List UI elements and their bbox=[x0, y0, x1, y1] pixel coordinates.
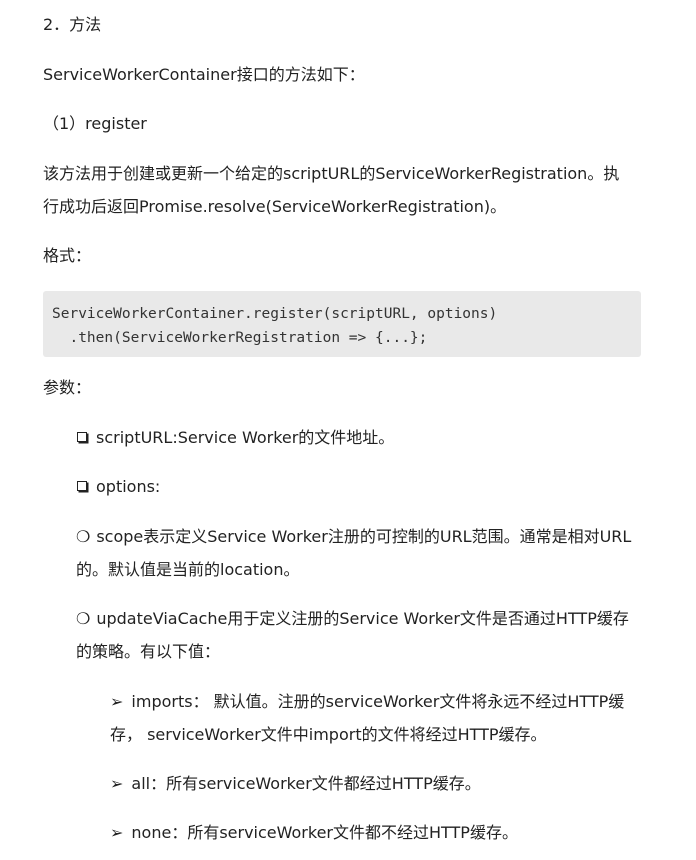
option-update-text: updateViaCache用于定义注册的Service Worker文件是否通… bbox=[96, 609, 629, 628]
section-heading: 2．方法 bbox=[43, 15, 102, 34]
option-scope-text: scope表示定义Service Worker注册的可控制的URL范围。通常是相… bbox=[96, 527, 632, 546]
params-label: 参数： bbox=[43, 378, 92, 397]
value-imports-line-1: ➢ imports： 默认值。注册的serviceWorker文件将永远不经过HT… bbox=[110, 691, 624, 713]
value-imports-text: imports： 默认值。注册的serviceWorker文件将永远不经过HTT… bbox=[131, 692, 625, 711]
arrow-bullet-icon: ➢ bbox=[110, 774, 124, 793]
format-label: 格式： bbox=[43, 246, 92, 265]
param-options-text: options: bbox=[96, 477, 161, 496]
value-none-text: none：所有serviceWorker文件都不经过HTTP缓存。 bbox=[131, 823, 518, 842]
arrow-bullet-icon: ➢ bbox=[110, 692, 124, 711]
square-bullet-icon bbox=[77, 481, 87, 491]
code-block: ServiceWorkerContainer.register(scriptUR… bbox=[43, 291, 641, 357]
circle-bullet-icon: ❍ bbox=[76, 527, 91, 546]
value-imports-line-2: 存， serviceWorker文件中import的文件将经过HTTP缓存。 bbox=[110, 725, 547, 744]
option-update-line-2: 的策略。有以下值： bbox=[76, 642, 221, 661]
value-all-text: all：所有serviceWorker文件都经过HTTP缓存。 bbox=[131, 774, 481, 793]
option-update-line-1: ❍ updateViaCache用于定义注册的Service Worker文件是否… bbox=[76, 608, 629, 630]
arrow-bullet-icon: ➢ bbox=[110, 823, 124, 842]
value-none: ➢ none：所有serviceWorker文件都不经过HTTP缓存。 bbox=[110, 822, 518, 844]
param-scripturl: scriptURL:Service Worker的文件地址。 bbox=[77, 427, 394, 449]
code-line-2: .then(ServiceWorkerRegistration => {...}… bbox=[52, 330, 428, 346]
description-line-1: 该方法用于创建或更新一个给定的scriptURL的ServiceWorkerRe… bbox=[43, 164, 620, 183]
method-heading: （1）register bbox=[43, 114, 147, 133]
code-line-1: ServiceWorkerContainer.register(scriptUR… bbox=[52, 306, 498, 322]
value-all: ➢ all：所有serviceWorker文件都经过HTTP缓存。 bbox=[110, 773, 481, 795]
param-options: options: bbox=[77, 476, 160, 498]
option-scope-line-1: ❍ scope表示定义Service Worker注册的可控制的URL范围。通常是… bbox=[76, 526, 631, 548]
param-scripturl-text: scriptURL:Service Worker的文件地址。 bbox=[96, 428, 395, 447]
option-scope-line-2: 的。默认值是当前的location。 bbox=[76, 560, 300, 579]
circle-bullet-icon: ❍ bbox=[76, 609, 91, 628]
description-line-2: 行成功后返回Promise.resolve(ServiceWorkerRegis… bbox=[43, 197, 507, 216]
intro-text: ServiceWorkerContainer接口的方法如下： bbox=[43, 65, 365, 84]
square-bullet-icon bbox=[77, 432, 87, 442]
